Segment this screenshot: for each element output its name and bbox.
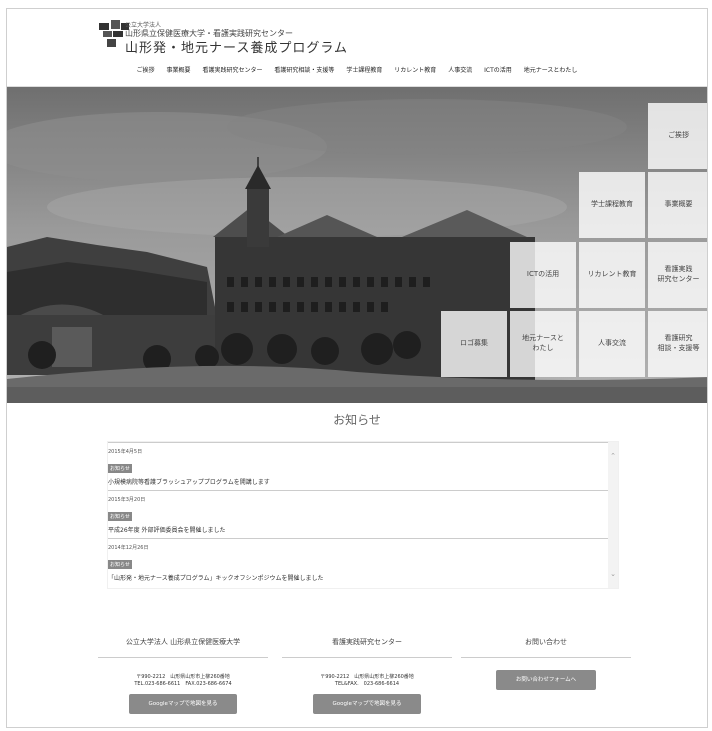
news-link[interactable]: 平成26年度 外部評価委員会を開催しました xyxy=(108,525,610,534)
tile-center[interactable]: 看護実践 研究センター xyxy=(648,242,707,308)
news-list: 2015年4月5日 お知らせ 小規模病院等看護ブラッシュアッププログラムを開講し… xyxy=(108,442,610,586)
tile-local-nurse[interactable]: 地元ナースと わたし xyxy=(510,311,576,377)
news-list-box: 2015年4月5日 お知らせ 小規模病院等看護ブラッシュアッププログラムを開講し… xyxy=(107,441,619,589)
news-date: 2015年3月20日 xyxy=(108,497,146,503)
tile-exchange[interactable]: 人事交流 xyxy=(579,311,645,377)
news-date: 2014年12月26日 xyxy=(108,545,149,551)
nav-item-greeting[interactable]: ご挨拶 xyxy=(137,65,155,74)
news-link[interactable]: 「山形発・地元ナース養成プログラム」キックオフシンポジウムを開催しました xyxy=(108,573,610,582)
footer-center-heading: 看護実践研究センター xyxy=(282,637,452,658)
footer-univ-heading: 公立大学法人 山形県立保健医療大学 xyxy=(98,637,268,658)
program-title[interactable]: 山形発・地元ナース養成プログラム xyxy=(125,37,348,56)
contact-form-button[interactable]: お問い合わせフォームへ xyxy=(496,670,596,690)
footer-center: 看護実践研究センター 〒990-2212 山形県山形市上柳260番地 TEL&F… xyxy=(282,637,452,714)
news-badge: お知らせ xyxy=(108,560,132,569)
footer-center-address: 〒990-2212 山形県山形市上柳260番地 xyxy=(320,674,414,680)
chevron-up-icon[interactable]: ⌃ xyxy=(608,452,618,460)
news-item[interactable]: 2015年3月20日 お知らせ 平成26年度 外部評価委員会を開催しました xyxy=(108,490,610,538)
center-gmap-button[interactable]: Googleマップで地図を見る xyxy=(313,693,421,714)
nav-item-bachelor[interactable]: 学士課程教育 xyxy=(346,65,382,74)
footer-center-phone: TEL&FAX. 023-686-6614 xyxy=(334,681,400,688)
page-frame: 公立大学法人 山形県立保健医療大学・看護実践研究センター 山形発・地元ナース養成… xyxy=(6,8,708,728)
nav-item-center[interactable]: 看護実践研究センター xyxy=(202,65,262,74)
univ-gmap-button[interactable]: Googleマップで地図を見る xyxy=(129,693,237,714)
news-badge: お知らせ xyxy=(108,512,132,521)
tile-ict[interactable]: ICTの活用 xyxy=(510,242,576,308)
footer-contact: お問い合わせ お問い合わせフォームへ xyxy=(461,637,631,690)
news-badge: お知らせ xyxy=(108,464,132,473)
news-date: 2015年4月5日 xyxy=(108,449,143,455)
nav-item-local-nurse[interactable]: 地元ナースとわたし xyxy=(524,65,578,74)
nav-item-recurrent[interactable]: リカレント教育 xyxy=(394,65,436,74)
news-item[interactable]: 2014年12月26日 お知らせ 「山形発・地元ナース養成プログラム」キックオフ… xyxy=(108,538,610,586)
news-item[interactable]: 2015年4月5日 お知らせ 小規模病院等看護ブラッシュアッププログラムを開講し… xyxy=(108,442,610,490)
news-section-title: お知らせ xyxy=(333,413,381,427)
hero-banner: ご挨拶 学士課程教育 事業概要 ICTの活用 リカレント教育 看護実践 研究セン… xyxy=(7,87,707,403)
tile-greeting[interactable]: ご挨拶 xyxy=(648,103,707,169)
nav-item-exchange[interactable]: 人事交流 xyxy=(448,65,472,74)
tile-recurrent[interactable]: リカレント教育 xyxy=(579,242,645,308)
footer-contact-heading: お問い合わせ xyxy=(461,637,631,658)
footer-univ-address: 〒990-2212 山形県山形市上柳260番地 xyxy=(136,674,230,680)
site-header: 公立大学法人 山形県立保健医療大学・看護実践研究センター 山形発・地元ナース養成… xyxy=(7,9,707,87)
chevron-down-icon[interactable]: ⌄ xyxy=(608,570,618,578)
nav-item-ict[interactable]: ICTの活用 xyxy=(484,65,512,74)
tile-research-support[interactable]: 看護研究 相談・支援等 xyxy=(648,311,707,377)
nav-item-overview[interactable]: 事業概要 xyxy=(167,65,191,74)
tile-bachelor[interactable]: 学士課程教育 xyxy=(579,172,645,238)
tile-logo-call[interactable]: ロゴ募集 xyxy=(441,311,507,377)
footer-univ-phone: TEL.023-686-6611 FAX.023-686-6674 xyxy=(134,681,232,688)
footer-university: 公立大学法人 山形県立保健医療大学 〒990-2212 山形県山形市上柳260番… xyxy=(98,637,268,714)
news-scrollbar[interactable]: ⌃ ⌄ xyxy=(608,442,618,588)
nav-item-research-support[interactable]: 看護研究相談・支援等 xyxy=(274,65,334,74)
tile-overview[interactable]: 事業概要 xyxy=(648,172,707,238)
news-link[interactable]: 小規模病院等看護ブラッシュアッププログラムを開講します xyxy=(108,477,610,486)
main-nav: ご挨拶 事業概要 看護実践研究センター 看護研究相談・支援等 学士課程教育 リカ… xyxy=(7,65,707,74)
